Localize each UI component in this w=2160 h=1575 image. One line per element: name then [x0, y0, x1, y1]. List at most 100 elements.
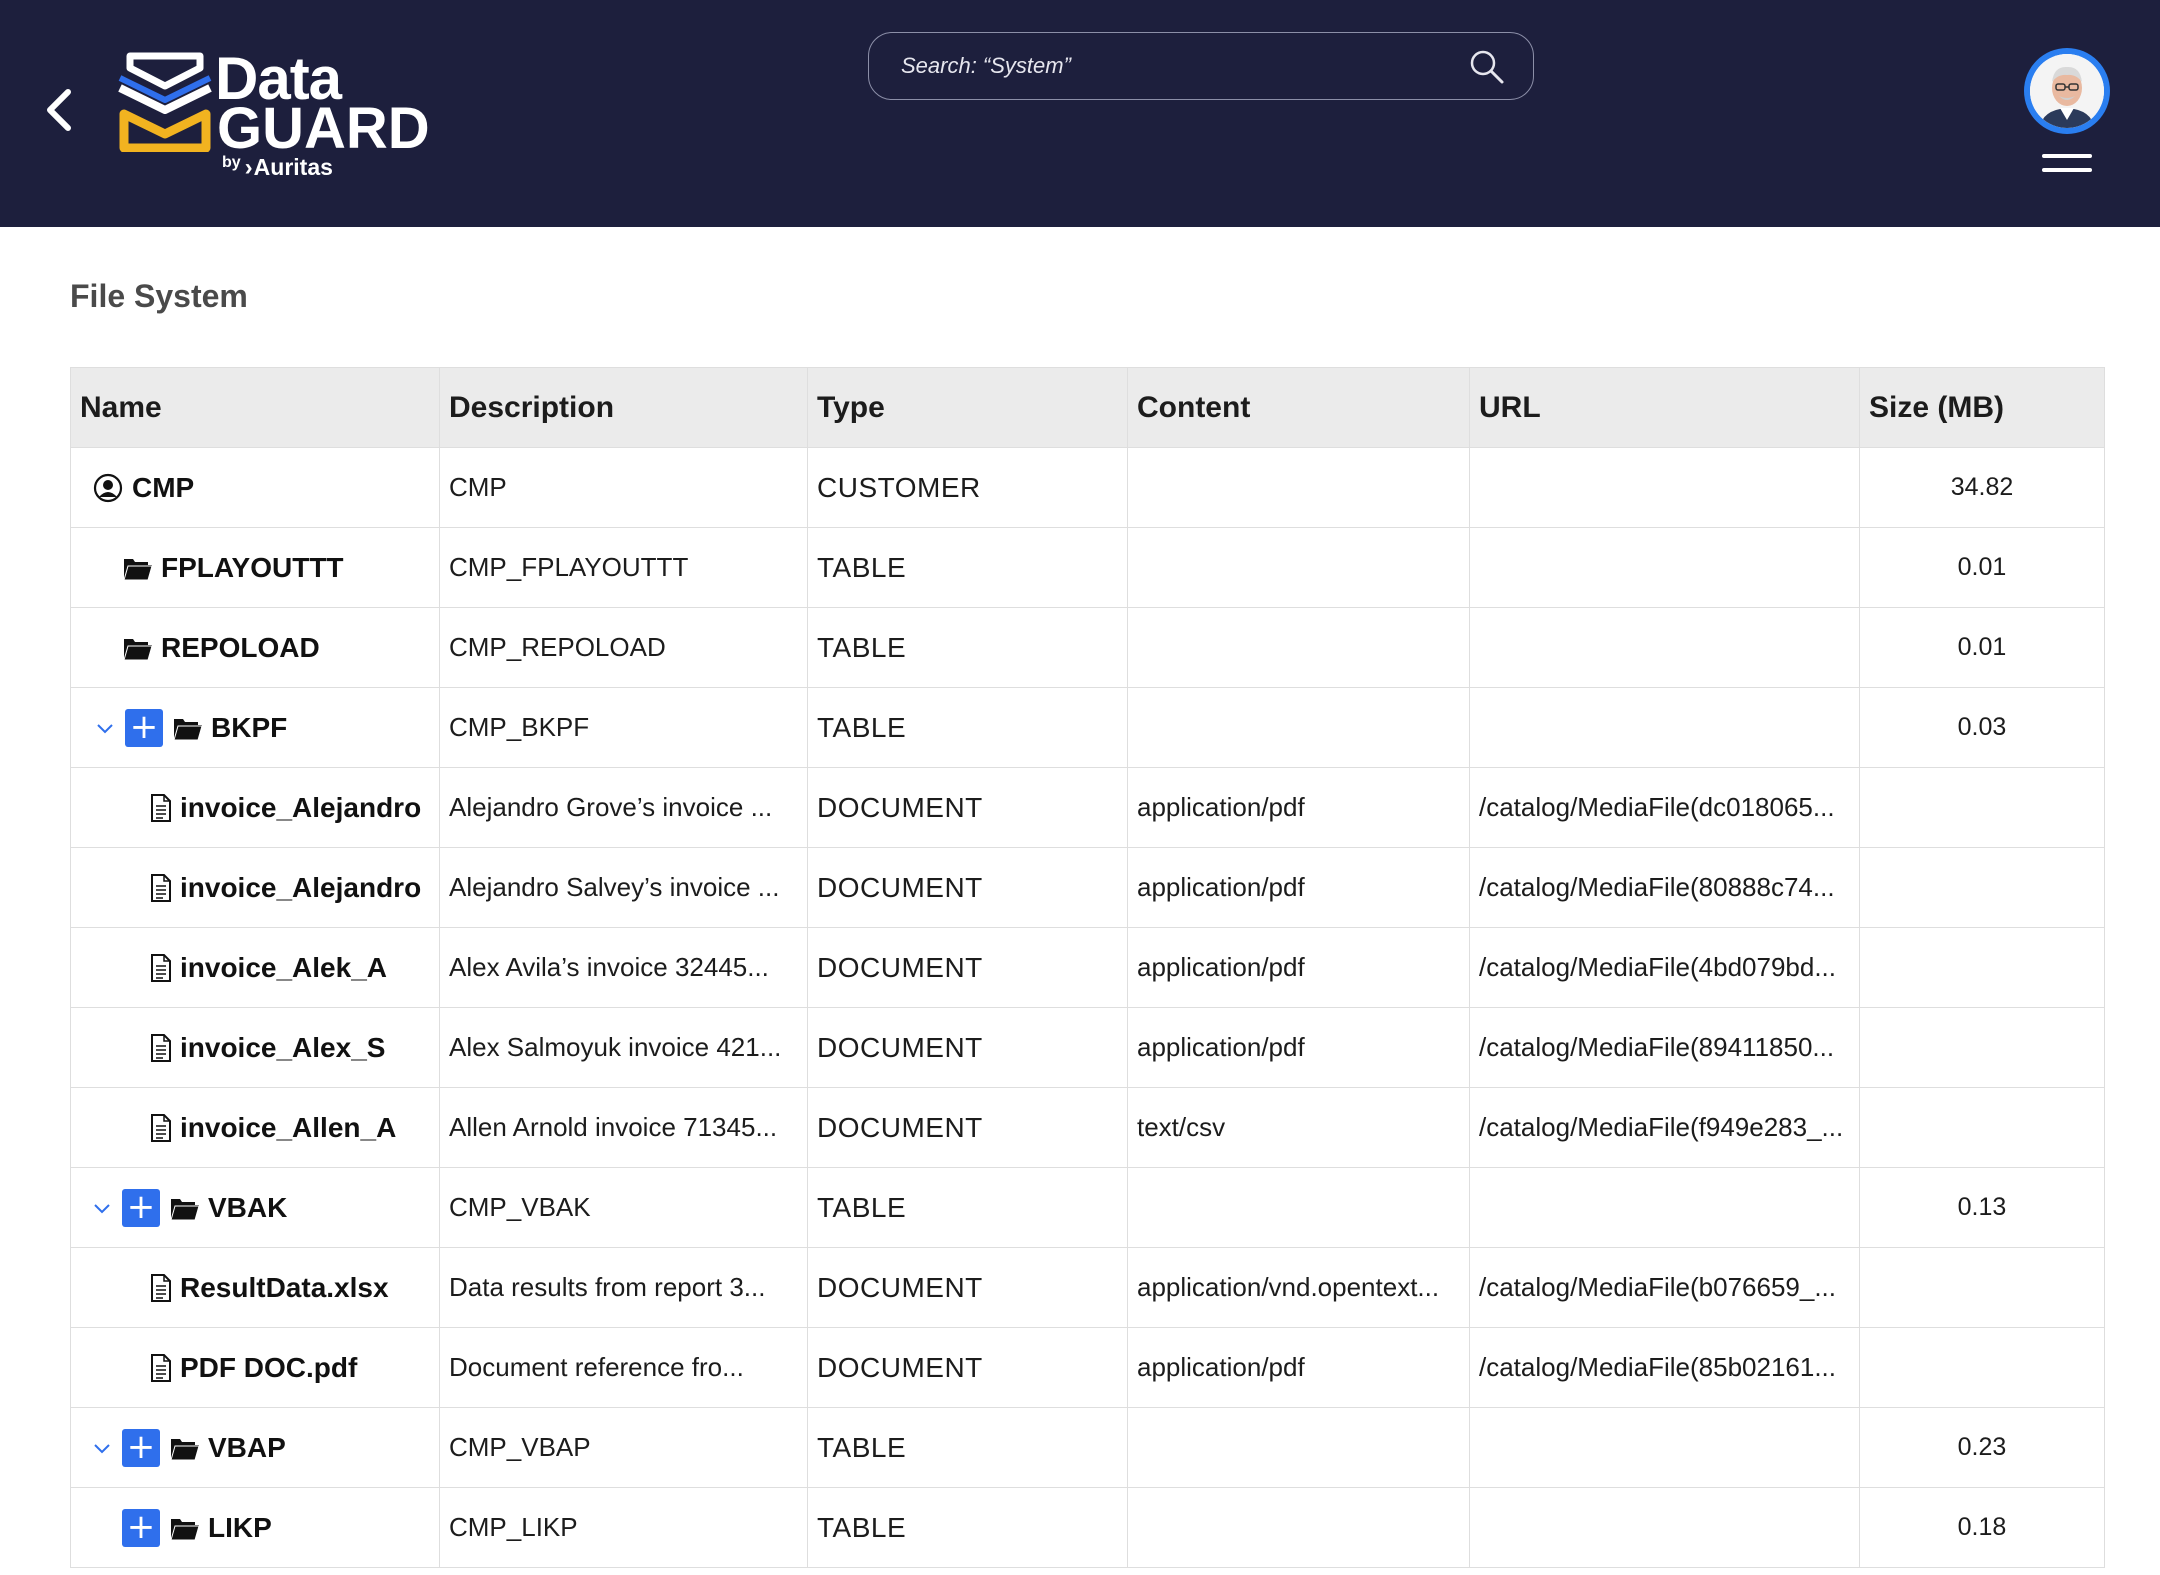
document-icon — [151, 1273, 171, 1302]
row-url — [1469, 527, 1860, 608]
row-url[interactable]: /catalog/MediaFile(f949e283_... — [1469, 1087, 1860, 1168]
row-name[interactable]: REPOLOAD — [161, 632, 320, 664]
row-description: CMP_LIKP — [439, 1487, 808, 1568]
row-url[interactable]: /catalog/MediaFile(80888c74... — [1469, 847, 1860, 928]
table-row[interactable]: + VBAP CMP_VBAP TABLE 0.23 — [70, 1407, 2105, 1488]
row-name[interactable]: invoice_Alex_S — [180, 1032, 385, 1064]
chevron-down-icon[interactable] — [88, 1194, 116, 1222]
column-header-url[interactable]: URL — [1469, 367, 1860, 448]
row-url[interactable]: /catalog/MediaFile(85b02161... — [1469, 1327, 1860, 1408]
table-row[interactable]: invoice_Alex_S Alex Salmoyuk invoice 421… — [70, 1007, 2105, 1088]
row-url[interactable]: /catalog/MediaFile(b076659_... — [1469, 1247, 1860, 1328]
app-header: Data GUARD by ›Auritas — [0, 0, 2160, 227]
table-row[interactable]: FPLAYOUTTT CMP_FPLAYOUTTT TABLE 0.01 — [70, 527, 2105, 608]
table-row[interactable]: + LIKP CMP_LIKP TABLE 0.18 — [70, 1487, 2105, 1568]
row-name[interactable]: invoice_Allen_A — [180, 1112, 396, 1144]
table-row[interactable]: ResultData.xlsx Data results from report… — [70, 1247, 2105, 1328]
table-row[interactable]: REPOLOAD CMP_REPOLOAD TABLE 0.01 — [70, 607, 2105, 688]
column-header-name[interactable]: Name — [70, 367, 440, 448]
row-url[interactable]: /catalog/MediaFile(dc018065... — [1469, 767, 1860, 848]
document-icon — [151, 1113, 171, 1142]
row-content: application/vnd.opentext... — [1127, 1247, 1470, 1328]
column-header-description[interactable]: Description — [439, 367, 808, 448]
expand-plus-button[interactable]: + — [125, 708, 163, 747]
table-row[interactable]: + VBAK CMP_VBAK TABLE 0.13 — [70, 1167, 2105, 1248]
row-type: DOCUMENT — [807, 927, 1128, 1008]
row-name[interactable]: LIKP — [208, 1512, 272, 1544]
row-url — [1469, 607, 1860, 688]
table-row[interactable]: invoice_Alejandro Alejandro Grove’s invo… — [70, 767, 2105, 848]
row-name[interactable]: VBAK — [208, 1192, 287, 1224]
user-avatar[interactable] — [2024, 48, 2110, 134]
back-button[interactable] — [40, 82, 84, 138]
chevron-left-icon — [47, 89, 71, 131]
row-type: DOCUMENT — [807, 847, 1128, 928]
expand-plus-button[interactable]: + — [122, 1188, 160, 1227]
user-avatar-photo — [2030, 54, 2104, 128]
row-name[interactable]: FPLAYOUTTT — [161, 552, 344, 584]
chevron-down-icon[interactable] — [91, 714, 119, 742]
row-name[interactable]: invoice_Alek_A — [180, 952, 387, 984]
row-size — [1859, 767, 2105, 848]
row-description: CMP_VBAK — [439, 1167, 808, 1248]
menu-line-icon — [2042, 154, 2092, 158]
row-type: TABLE — [807, 607, 1128, 688]
file-system-table-container: Name Description Type Content URL Size (… — [70, 367, 2105, 1568]
folder-icon — [170, 1438, 200, 1460]
table-row[interactable]: CMP CMP CUSTOMER 34.82 — [70, 447, 2105, 528]
row-description: Data results from report 3... — [439, 1247, 808, 1328]
row-content: application/pdf — [1127, 1007, 1470, 1088]
expand-plus-button[interactable]: + — [122, 1428, 160, 1467]
row-size: 0.23 — [1859, 1407, 2105, 1488]
row-content — [1127, 447, 1470, 528]
column-header-type[interactable]: Type — [807, 367, 1128, 448]
search-box — [868, 32, 1534, 100]
row-name[interactable]: invoice_Alejandro — [180, 872, 421, 904]
hamburger-menu-button[interactable] — [2042, 152, 2092, 176]
chevron-down-icon[interactable] — [88, 1434, 116, 1462]
row-url[interactable]: /catalog/MediaFile(4bd079bd... — [1469, 927, 1860, 1008]
row-description: CMP_REPOLOAD — [439, 607, 808, 688]
row-url[interactable]: /catalog/MediaFile(89411850... — [1469, 1007, 1860, 1088]
logo-brand: Auritas — [253, 154, 333, 180]
row-size — [1859, 1087, 2105, 1168]
search-icon[interactable] — [1467, 47, 1507, 87]
row-content: application/pdf — [1127, 767, 1470, 848]
row-url — [1469, 687, 1860, 768]
row-name[interactable]: invoice_Alejandro — [180, 792, 421, 824]
row-type: TABLE — [807, 527, 1128, 608]
dataguard-logo[interactable]: Data GUARD by ›Auritas — [118, 48, 438, 188]
table-row[interactable]: invoice_Alejandro Alejandro Salvey’s inv… — [70, 847, 2105, 928]
row-type: TABLE — [807, 1407, 1128, 1488]
row-type: DOCUMENT — [807, 1087, 1128, 1168]
column-header-size[interactable]: Size (MB) — [1859, 367, 2105, 448]
row-name[interactable]: BKPF — [211, 712, 287, 744]
row-name[interactable]: PDF DOC.pdf — [180, 1352, 357, 1384]
row-size: 0.03 — [1859, 687, 2105, 768]
row-size — [1859, 1327, 2105, 1408]
row-size: 0.01 — [1859, 527, 2105, 608]
table-row[interactable]: invoice_Allen_A Allen Arnold invoice 713… — [70, 1087, 2105, 1168]
row-description: Alex Salmoyuk invoice 421... — [439, 1007, 808, 1088]
row-size — [1859, 1247, 2105, 1328]
expand-plus-button[interactable]: + — [122, 1508, 160, 1547]
search-input[interactable] — [901, 47, 1441, 85]
row-description: Document reference fro... — [439, 1327, 808, 1408]
table-row[interactable]: invoice_Alek_A Alex Avila’s invoice 3244… — [70, 927, 2105, 1008]
folder-icon — [173, 718, 203, 740]
row-content: application/pdf — [1127, 847, 1470, 928]
column-header-content[interactable]: Content — [1127, 367, 1470, 448]
row-name[interactable]: VBAP — [208, 1432, 286, 1464]
page-title: File System — [70, 278, 248, 314]
table-row[interactable]: + BKPF CMP_BKPF TABLE 0.03 — [70, 687, 2105, 768]
row-description: CMP_FPLAYOUTTT — [439, 527, 808, 608]
logo-byline: by ›Auritas — [222, 154, 333, 182]
row-url — [1469, 1487, 1860, 1568]
auritas-chevron-icon: › — [244, 154, 253, 181]
row-content — [1127, 527, 1470, 608]
customer-icon — [93, 473, 123, 502]
row-name[interactable]: ResultData.xlsx — [180, 1272, 389, 1304]
table-row[interactable]: PDF DOC.pdf Document reference fro... DO… — [70, 1327, 2105, 1408]
row-name[interactable]: CMP — [132, 472, 194, 504]
row-description: Allen Arnold invoice 71345... — [439, 1087, 808, 1168]
